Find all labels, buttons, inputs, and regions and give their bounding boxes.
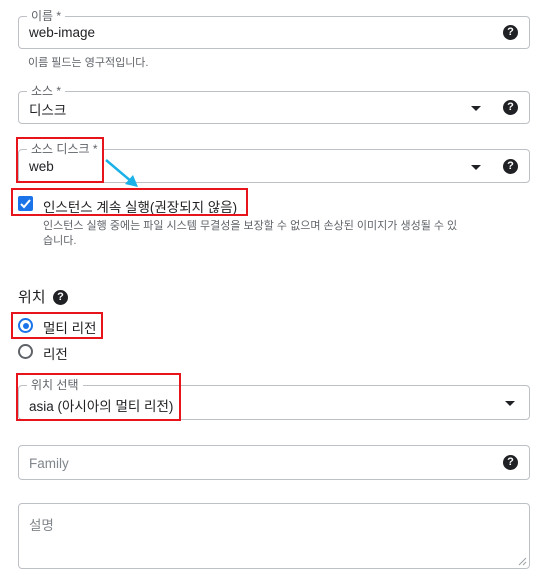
keep-instance-hint-line2: 습니다.: [43, 235, 77, 247]
location-section-title: 위치: [18, 289, 46, 306]
dropdown-arrow-icon[interactable]: [505, 401, 515, 406]
description-textarea[interactable]: 설명: [18, 503, 530, 569]
region-label[interactable]: 리전: [43, 343, 68, 363]
name-field-label: 이름 *: [27, 9, 66, 23]
name-field-value[interactable]: web-image: [29, 25, 95, 40]
help-circle-icon[interactable]: ?: [503, 25, 518, 40]
highlight-box-location-select: [16, 373, 181, 421]
family-field[interactable]: Family ?: [18, 445, 530, 480]
dropdown-arrow-icon[interactable]: [471, 165, 481, 170]
source-select-label: 소스 *: [27, 84, 66, 98]
resize-handle-icon[interactable]: [518, 557, 527, 566]
keep-instance-hint-line1: 인스턴스 실행 중에는 파일 시스템 무결성을 보장할 수 없으며 손상된 이미…: [43, 220, 458, 232]
dropdown-arrow-icon[interactable]: [471, 106, 481, 111]
source-select-value: 디스크: [29, 103, 67, 118]
region-radio[interactable]: [18, 344, 33, 359]
help-circle-icon[interactable]: ?: [503, 100, 518, 115]
highlight-box-checkbox: [11, 188, 248, 216]
help-circle-icon[interactable]: ?: [53, 290, 68, 305]
annotation-arrow-icon: [105, 159, 138, 187]
source-select[interactable]: 소스 * 디스크 ?: [18, 84, 530, 124]
family-field-placeholder[interactable]: Family: [29, 456, 69, 471]
highlight-box-multi-region: [11, 312, 103, 339]
name-field-hint: 이름 필드는 영구적입니다.: [28, 57, 149, 69]
help-circle-icon[interactable]: ?: [503, 159, 518, 174]
name-field[interactable]: 이름 * web-image ?: [18, 9, 530, 49]
description-placeholder[interactable]: 설명: [29, 514, 54, 534]
help-circle-icon[interactable]: ?: [503, 455, 518, 470]
highlight-box-source-disk: [16, 137, 104, 183]
